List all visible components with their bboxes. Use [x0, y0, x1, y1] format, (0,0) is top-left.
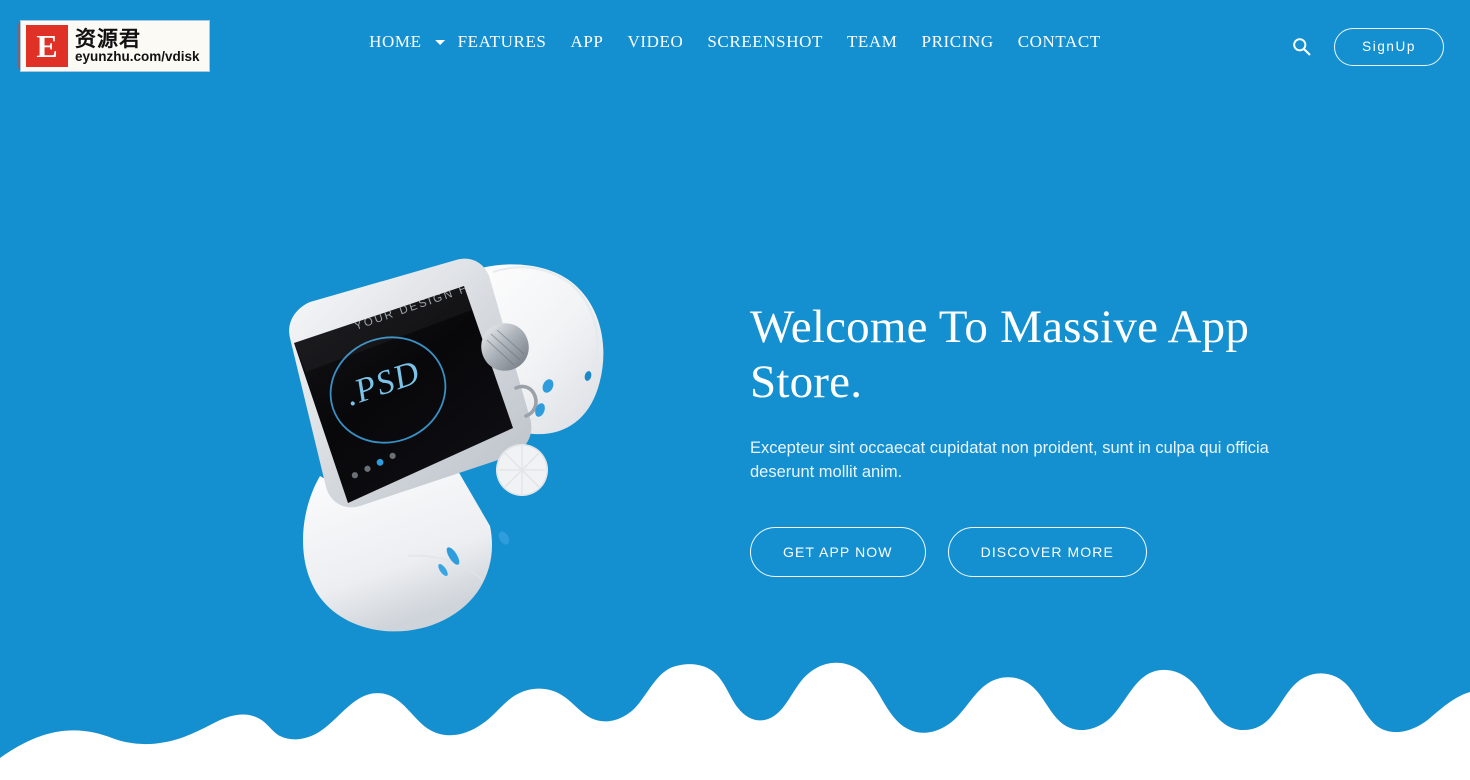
nav-item-contact[interactable]: CONTACT: [1006, 32, 1113, 52]
smartwatch-illustration: YOUR DESIGN HERE .PSD: [289, 258, 604, 632]
get-app-now-button[interactable]: GET APP NOW: [750, 526, 926, 577]
discover-more-button[interactable]: DISCOVER MORE: [947, 526, 1147, 577]
hero-subtitle: Excepteur sint occaecat cupidatat non pr…: [750, 438, 1269, 481]
hero-content: Welcome To Massive App Store. Excepteur …: [750, 300, 1350, 577]
header-actions: SignUp: [1291, 28, 1444, 66]
watermark-text: 资源君 eyunzhu.com/vdisk: [75, 26, 200, 65]
nav-item-features[interactable]: FEATURES: [446, 32, 559, 52]
chevron-down-icon[interactable]: [435, 39, 446, 45]
hero-cta-group: GET APP NOW DISCOVER MORE: [750, 526, 1350, 577]
watermark-badge-letter: E: [36, 28, 58, 64]
site-header: HOME FEATURES APP VIDEO SCREENSHOT TEAM …: [0, 0, 1470, 92]
nav-item-home-label: HOME: [369, 32, 422, 51]
main-navigation: HOME FEATURES APP VIDEO SCREENSHOT TEAM …: [357, 32, 1113, 52]
wave-divider: [0, 662, 1470, 780]
nav-item-team[interactable]: TEAM: [835, 32, 910, 52]
nav-item-app[interactable]: APP: [558, 32, 615, 52]
nav-item-home[interactable]: HOME: [357, 32, 433, 52]
signup-button[interactable]: SignUp: [1334, 28, 1444, 66]
watermark-badge: E: [26, 25, 68, 67]
site-watermark: E 资源君 eyunzhu.com/vdisk: [20, 20, 210, 72]
search-icon[interactable]: [1291, 36, 1312, 57]
nav-item-video[interactable]: VIDEO: [615, 32, 695, 52]
hero-section: HOME FEATURES APP VIDEO SCREENSHOT TEAM …: [0, 0, 1470, 780]
watermark-chinese-text: 资源君: [75, 26, 141, 51]
smartwatch-mockup: YOUR DESIGN HERE .PSD: [258, 238, 628, 638]
page-title: Welcome To Massive App Store.: [750, 301, 1250, 409]
nav-item-pricing[interactable]: PRICING: [910, 32, 1006, 52]
nav-item-screenshot[interactable]: SCREENSHOT: [695, 32, 835, 52]
watermark-url: eyunzhu.com/vdisk: [75, 48, 200, 64]
